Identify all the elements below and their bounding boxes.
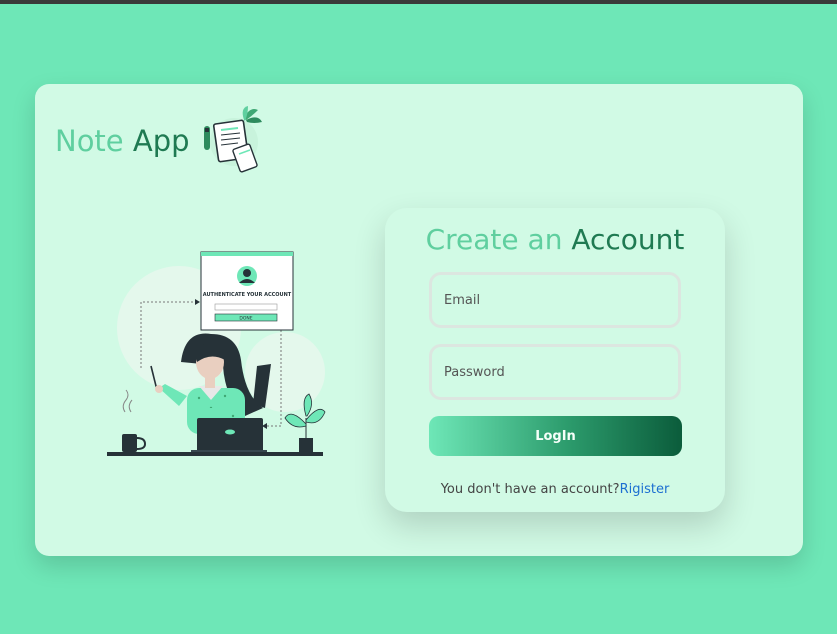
app-title: Note App (55, 123, 190, 158)
coffee-mug-icon (122, 389, 147, 452)
notebook-logo-icon (203, 106, 262, 173)
login-button[interactable]: LogIn (429, 416, 682, 456)
person-avatar-icon (237, 266, 257, 286)
create-account-panel: Create an Account LogIn You don't have a… (385, 208, 725, 512)
register-prompt: You don't have an account?Rigister (440, 482, 670, 497)
authentication-illustration: AUTHENTICATE YOUR ACCOUNT DONE (107, 251, 326, 456)
auth-card-caption: AUTHENTICATE YOUR ACCOUNT (203, 292, 292, 298)
brand: Note App (55, 104, 264, 178)
login-card: Note App AUTHENTICATE YOUR ACCOUNT DONE … (35, 84, 803, 556)
register-link[interactable]: Rigister (620, 482, 670, 497)
email-input[interactable] (429, 272, 681, 328)
password-input[interactable] (429, 344, 681, 400)
laptop-icon (191, 418, 267, 454)
form-title: Create an Account (425, 223, 685, 256)
window-top-bar (0, 0, 837, 4)
auth-card-button: DONE (239, 316, 252, 322)
